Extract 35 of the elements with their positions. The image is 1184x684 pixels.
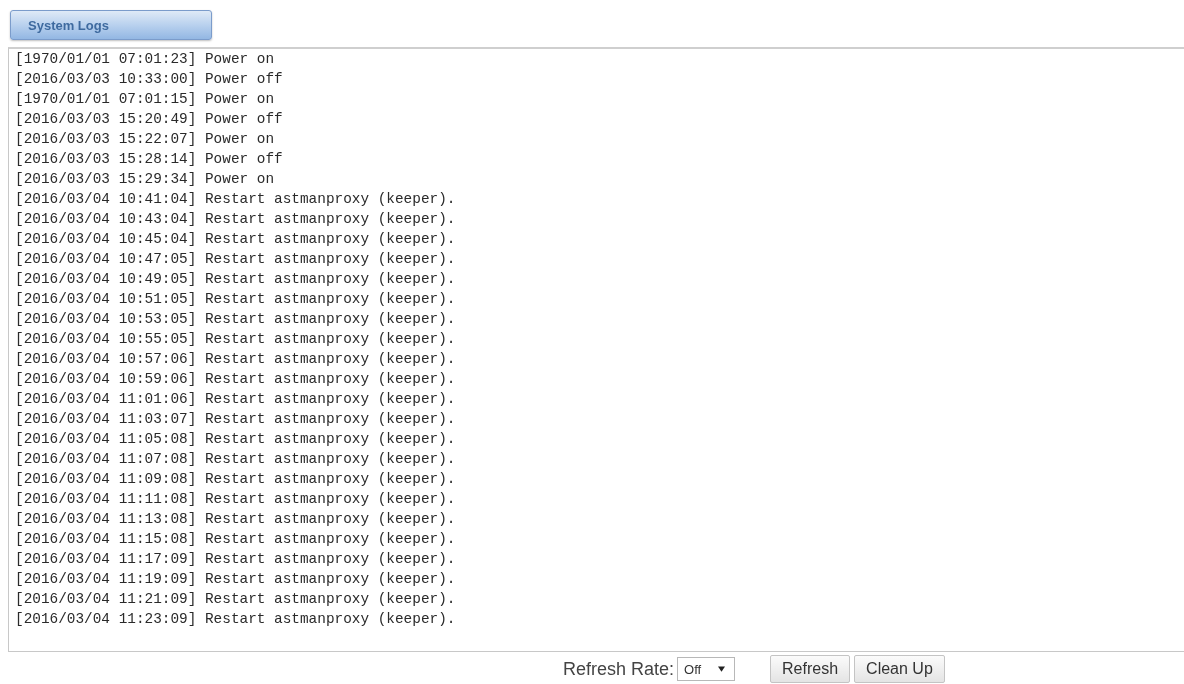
caret-icon — [718, 666, 726, 672]
clean-up-button[interactable]: Clean Up — [854, 655, 945, 683]
refresh-rate-label: Refresh Rate: — [563, 658, 675, 680]
log-line: [2016/03/04 11:15:08] Restart astmanproxy (keeper). — [15, 530, 456, 549]
log-line: [2016/03/03 15:22:07] Power on — [15, 130, 275, 149]
log-line: [2016/03/04 11:07:08] Restart astmanproxy (keeper). — [15, 450, 456, 469]
log-line: [2016/03/04 10:55:05] Restart astmanproxy (keeper). — [15, 330, 456, 349]
log-line: [1970/01/01 07:01:15] Power on — [15, 90, 275, 109]
log-line: [2016/03/04 10:47:05] Restart astmanproxy (keeper). — [15, 250, 456, 269]
log-line: [2016/03/03 10:33:00] Power off — [15, 70, 283, 89]
refresh-rate-select[interactable]: Off — [677, 657, 736, 681]
log-line: [2016/03/04 10:43:04] Restart astmanproxy (keeper). — [15, 210, 456, 229]
log-line: [2016/03/04 11:17:09] Restart astmanproxy (keeper). — [15, 550, 456, 569]
log-line: [2016/03/03 15:28:14] Power off — [15, 150, 283, 169]
log-text-area[interactable] — [8, 47, 1184, 652]
log-line: [2016/03/04 11:19:09] Restart astmanproxy (keeper). — [15, 570, 456, 589]
log-line: [2016/03/03 15:20:49] Power off — [15, 110, 283, 129]
log-line: [2016/03/04 10:49:05] Restart astmanproxy (keeper). — [15, 270, 456, 289]
log-line: [1970/01/01 07:01:23] Power on — [15, 50, 275, 69]
refresh-button[interactable]: Refresh — [770, 655, 851, 683]
log-line: [2016/03/04 10:59:06] Restart astmanproxy (keeper). — [15, 370, 456, 389]
log-line: [2016/03/04 10:53:05] Restart astmanproxy (keeper). — [15, 310, 456, 329]
log-line: [2016/03/04 11:05:08] Restart astmanproxy (keeper). — [15, 430, 456, 449]
log-line: [2016/03/04 11:23:09] Restart astmanproxy (keeper). — [15, 610, 456, 629]
log-line: [2016/03/04 11:03:07] Restart astmanproxy (keeper). — [15, 410, 456, 429]
log-line: [2016/03/04 10:41:04] Restart astmanproxy (keeper). — [15, 190, 456, 209]
log-line: [2016/03/04 10:45:04] Restart astmanproxy (keeper). — [15, 230, 456, 249]
log-line: [2016/03/04 11:11:08] Restart astmanproxy (keeper). — [15, 490, 456, 509]
log-line: [2016/03/04 10:51:05] Restart astmanproxy (keeper). — [15, 290, 456, 309]
log-line: [2016/03/03 15:29:34] Power on — [15, 170, 275, 189]
log-line: [2016/03/04 11:01:06] Restart astmanproxy (keeper). — [15, 390, 456, 409]
log-line: [2016/03/04 11:09:08] Restart astmanproxy (keeper). — [15, 470, 456, 489]
log-line: [2016/03/04 11:13:08] Restart astmanproxy (keeper). — [15, 510, 456, 529]
log-line: [2016/03/04 10:57:06] Restart astmanproxy (keeper). — [15, 350, 456, 369]
log-line: [2016/03/04 11:21:09] Restart astmanproxy (keeper). — [15, 590, 456, 609]
